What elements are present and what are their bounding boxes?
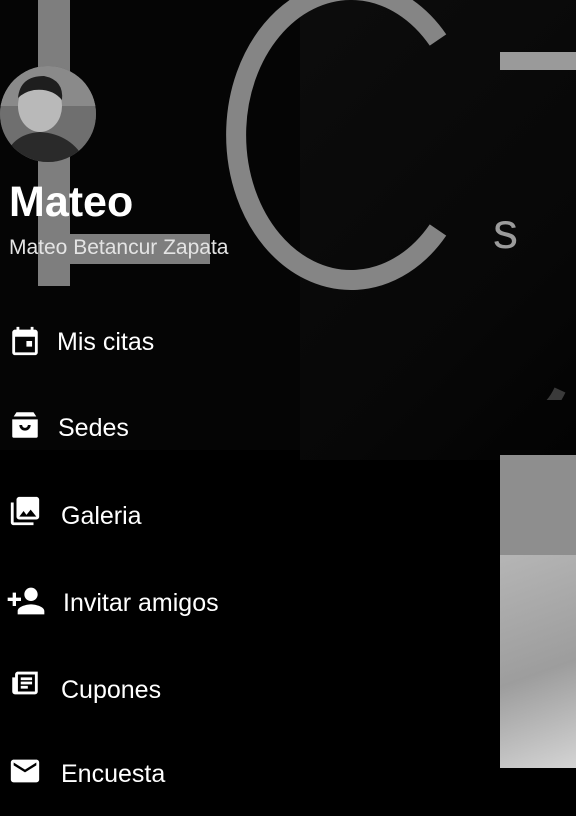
navigation-drawer: Mateo Mateo Betancur Zapata Mis citas Se… — [0, 0, 566, 788]
background-image-highlight — [500, 555, 576, 768]
menu-item-label: Encuesta — [61, 760, 166, 788]
calendar-icon — [12, 326, 38, 356]
user-full-name: Mateo Betancur Zapata — [9, 236, 229, 259]
avatar[interactable] — [0, 66, 96, 162]
menu-item-label: Galeria — [61, 502, 142, 530]
menu-item-invitar-amigos[interactable]: Invitar amigos — [0, 558, 500, 644]
inbox-icon — [12, 412, 38, 438]
menu-item-label: Sedes — [58, 414, 129, 442]
mail-icon — [10, 759, 40, 783]
newspaper-icon — [12, 671, 38, 695]
user-name: Mateo — [9, 178, 134, 226]
menu-item-galeria[interactable]: Galeria — [0, 472, 500, 558]
menu-item-label: Invitar amigos — [63, 589, 219, 617]
user-photo — [0, 66, 96, 162]
gallery-icon — [10, 496, 40, 526]
menu-item-label: Cupones — [61, 676, 162, 704]
person-add-icon — [7, 587, 45, 615]
menu-item-sedes[interactable]: Sedes — [0, 386, 500, 472]
menu-item-label: Mis citas — [57, 328, 155, 356]
menu-item-cupones[interactable]: Cupones — [0, 644, 500, 730]
menu-item-encuesta[interactable]: Encuesta — [0, 730, 500, 816]
menu-item-mis-citas[interactable]: Mis citas — [0, 300, 500, 386]
